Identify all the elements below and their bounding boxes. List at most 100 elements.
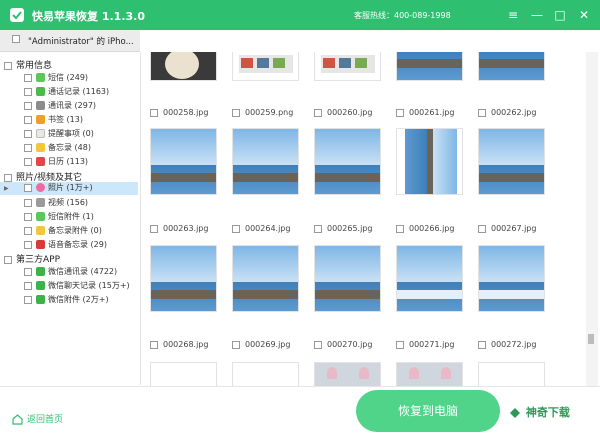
hotline-text: 客服热线：400-089-1998 <box>354 11 451 20</box>
sidebar-item-calendar[interactable]: 日历 (113) <box>24 156 88 169</box>
watermark-icon <box>510 408 520 418</box>
photo-caption[interactable]: 000271.jpg <box>396 340 454 349</box>
item-checkbox[interactable] <box>24 226 32 235</box>
photo-caption[interactable]: 000264.jpg <box>232 224 290 233</box>
photo-caption[interactable]: 000269.jpg <box>232 340 290 349</box>
sidebar-item-wechat-contacts[interactable]: 微信通讯录 (4722) <box>24 266 117 279</box>
item-checkbox[interactable] <box>24 198 32 207</box>
photo-thumbnail[interactable] <box>478 52 545 81</box>
category-common-info[interactable]: 常用信息 <box>4 58 52 71</box>
photo-thumbnail[interactable] <box>478 128 545 195</box>
photo-checkbox[interactable] <box>150 108 158 117</box>
sidebar-item-sms[interactable]: 短信 (249) <box>24 72 88 85</box>
photo-checkbox[interactable] <box>232 224 240 233</box>
photo-thumbnail[interactable] <box>478 362 545 386</box>
scrollbar-thumb[interactable] <box>588 334 594 344</box>
photo-thumbnail[interactable] <box>396 52 463 81</box>
sidebar-item-videos[interactable]: 视频 (156) <box>24 197 88 210</box>
scrollbar[interactable] <box>586 52 598 386</box>
item-checkbox[interactable] <box>24 143 32 152</box>
sidebar-item-voice-memos[interactable]: 语音备忘录 (29) <box>24 239 107 252</box>
item-checkbox[interactable] <box>24 240 32 249</box>
minimize-icon[interactable]: — <box>527 5 547 25</box>
sms-attachment-icon <box>36 212 45 221</box>
photo-checkbox[interactable] <box>478 224 486 233</box>
item-checkbox[interactable] <box>24 87 32 96</box>
maximize-icon[interactable]: □ <box>550 5 570 25</box>
category-checkbox[interactable] <box>4 173 12 182</box>
photo-thumbnail[interactable] <box>150 128 217 195</box>
photo-caption[interactable]: 000258.jpg <box>150 108 208 117</box>
photo-checkbox[interactable] <box>478 340 486 349</box>
photo-thumbnail[interactable] <box>396 128 463 195</box>
expand-icon[interactable]: ▶ <box>4 185 9 192</box>
item-checkbox[interactable] <box>24 73 32 82</box>
photo-thumbnail[interactable] <box>150 245 217 312</box>
device-checkbox[interactable] <box>12 35 20 43</box>
photo-caption[interactable]: 000260.jpg <box>314 108 372 117</box>
sidebar-item-call-log[interactable]: 通话记录 (1163) <box>24 86 109 99</box>
category-checkbox[interactable] <box>4 255 12 264</box>
photo-caption[interactable]: 000270.jpg <box>314 340 372 349</box>
photo-caption[interactable]: 000263.jpg <box>150 224 208 233</box>
photo-checkbox[interactable] <box>314 224 322 233</box>
item-checkbox[interactable] <box>24 295 32 304</box>
photo-thumbnail[interactable] <box>232 362 299 386</box>
sidebar-item-contacts[interactable]: 通讯录 (297) <box>24 100 96 113</box>
sidebar-item-sms-attachments[interactable]: 短信附件 (1) <box>24 211 94 224</box>
photo-checkbox[interactable] <box>232 340 240 349</box>
item-checkbox[interactable] <box>24 129 32 138</box>
close-icon[interactable]: ✕ <box>574 5 594 25</box>
photo-checkbox[interactable] <box>396 340 404 349</box>
item-checkbox[interactable] <box>24 183 32 192</box>
photo-thumbnail[interactable] <box>314 245 381 312</box>
photo-checkbox[interactable] <box>396 224 404 233</box>
photo-thumbnail[interactable] <box>314 128 381 195</box>
photo-thumbnail[interactable] <box>232 52 299 81</box>
photo-thumbnail[interactable] <box>478 245 545 312</box>
photo-caption[interactable]: 000266.jpg <box>396 224 454 233</box>
item-checkbox[interactable] <box>24 157 32 166</box>
photo-thumbnail[interactable] <box>396 362 463 386</box>
photo-caption[interactable]: 000272.jpg <box>478 340 536 349</box>
sidebar-item-wechat-attachments[interactable]: 微信附件 (2万+) <box>24 294 109 307</box>
photo-caption[interactable]: 000265.jpg <box>314 224 372 233</box>
sidebar-item-notes-attachments[interactable]: 备忘录附件 (0) <box>24 225 102 238</box>
photo-thumbnail[interactable] <box>150 362 217 386</box>
sidebar-item-photos[interactable]: ▶ 照片 (1万+) <box>0 182 138 195</box>
photo-thumbnail[interactable] <box>396 245 463 312</box>
home-link[interactable]: 返回首页 <box>12 412 63 425</box>
photo-checkbox[interactable] <box>478 108 486 117</box>
recover-to-pc-button[interactable]: 恢复到电脑 <box>356 390 500 432</box>
photo-caption[interactable]: 000267.jpg <box>478 224 536 233</box>
bookmark-icon <box>36 115 45 124</box>
item-checkbox[interactable] <box>24 115 32 124</box>
item-checkbox[interactable] <box>24 281 32 290</box>
photo-checkbox[interactable] <box>314 340 322 349</box>
photo-thumbnail[interactable] <box>150 52 217 81</box>
photo-caption[interactable]: 000268.jpg <box>150 340 208 349</box>
photo-checkbox[interactable] <box>232 108 240 117</box>
sidebar-item-reminders[interactable]: 提醒事项 (0) <box>24 128 94 141</box>
menu-icon[interactable]: ≡ <box>503 5 523 25</box>
photo-thumbnail[interactable] <box>232 128 299 195</box>
photo-thumbnail[interactable] <box>314 362 381 386</box>
sidebar-item-notes[interactable]: 备忘录 (48) <box>24 142 91 155</box>
category-checkbox[interactable] <box>4 61 12 70</box>
item-checkbox[interactable] <box>24 212 32 221</box>
sidebar-item-bookmarks[interactable]: 书签 (13) <box>24 114 83 127</box>
photo-thumbnail[interactable] <box>232 245 299 312</box>
photo-checkbox[interactable] <box>150 340 158 349</box>
category-third-party[interactable]: 第三方APP <box>4 252 60 265</box>
item-checkbox[interactable] <box>24 267 32 276</box>
photo-checkbox[interactable] <box>396 108 404 117</box>
device-bar: "Administrator" 的 iPho... <box>0 30 140 52</box>
photo-checkbox[interactable] <box>150 224 158 233</box>
sidebar-item-wechat-chats[interactable]: 微信聊天记录 (15万+) <box>24 280 130 293</box>
item-checkbox[interactable] <box>24 101 32 110</box>
photo-caption[interactable]: 000261.jpg <box>396 108 454 117</box>
photo-thumbnail[interactable] <box>314 52 381 81</box>
photo-caption[interactable]: 000259.png <box>232 108 293 117</box>
photo-caption[interactable]: 000262.jpg <box>478 108 536 117</box>
photo-checkbox[interactable] <box>314 108 322 117</box>
